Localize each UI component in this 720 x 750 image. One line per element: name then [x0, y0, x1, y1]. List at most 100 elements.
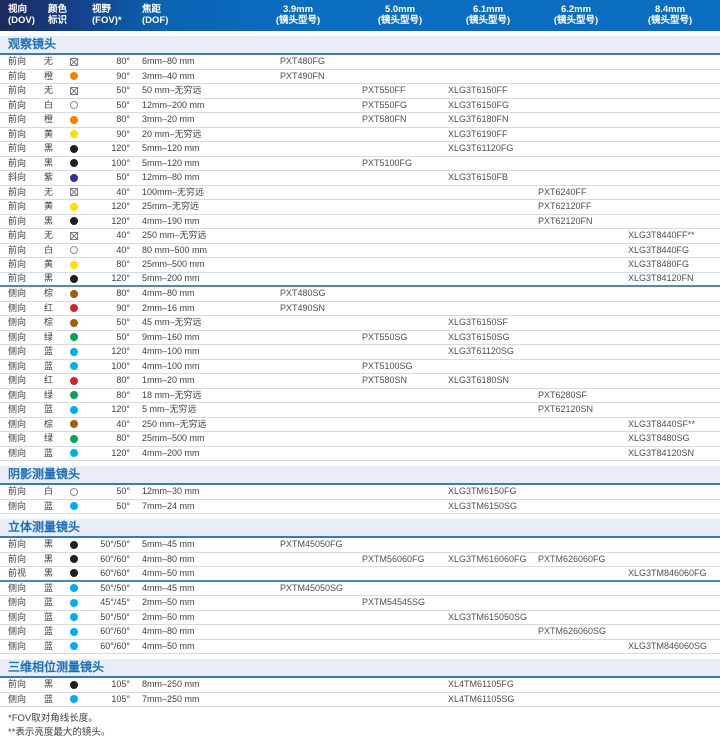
color-marker-orange-icon [70, 116, 78, 124]
dof-cell: 5mm–120 mm [136, 157, 240, 170]
color-marker-cell [70, 58, 92, 66]
color-marker-white-icon [70, 488, 78, 496]
color-marker-cell [70, 391, 92, 399]
fov-cell: 120° [92, 272, 136, 285]
dof-cell: 2mm–16 mm [136, 302, 240, 315]
model-5-0mm-cell: PXT580SN [356, 374, 444, 387]
color-label-cell: 棕 [44, 287, 70, 300]
color-marker-yellow-icon [70, 130, 78, 138]
color-label-cell: 蓝 [44, 640, 70, 653]
section-header: 观察镜头 [0, 36, 720, 55]
dov-cell: 前向 [0, 157, 44, 170]
color-marker-cell [70, 362, 92, 370]
dov-cell: 前向 [0, 244, 44, 257]
color-marker-none-icon [70, 232, 78, 240]
color-label-cell: 黑 [44, 272, 70, 285]
color-marker-cell [70, 159, 92, 167]
fov-cell: 50° [92, 331, 136, 344]
dof-cell: 4mm–100 mm [136, 360, 240, 373]
dof-cell: 4mm–50 mm [136, 567, 240, 580]
model-6-1mm-cell: XLG3T6150FB [444, 171, 532, 184]
column-header-fov: 视野(FOV)* [92, 0, 136, 31]
fov-cell: 50° [92, 84, 136, 97]
color-marker-none-icon [70, 87, 78, 95]
dov-cell: 侧向 [0, 374, 44, 387]
column-header-line1: 5.0mm [356, 4, 444, 15]
color-label-cell: 无 [44, 229, 70, 242]
section-header: 三维相位测量镜头 [0, 659, 720, 678]
dov-cell: 前向 [0, 485, 44, 498]
color-marker-cell [70, 246, 92, 254]
column-header-line1: 视向 [8, 4, 44, 15]
color-marker-green-icon [70, 333, 78, 341]
color-label-cell: 蓝 [44, 500, 70, 513]
color-marker-brown-icon [70, 420, 78, 428]
table-row: 斜向紫50°12mm–80 mmXLG3T6150FB [0, 171, 720, 186]
table-row: 前向黑50°/50°5mm–45 mmPXTM45050FG [0, 538, 720, 553]
color-marker-cell [70, 502, 92, 510]
color-label-cell: 蓝 [44, 693, 70, 706]
color-marker-red-icon [70, 377, 78, 385]
model-8-4mm-cell: XLG3T8440FF** [620, 229, 720, 242]
color-label-cell: 紫 [44, 171, 70, 184]
color-marker-cell [70, 290, 92, 298]
dof-cell: 18 mm–无穷远 [136, 389, 240, 402]
fov-cell: 40° [92, 186, 136, 199]
fov-cell: 50° [92, 99, 136, 112]
color-marker-black-icon [70, 217, 78, 225]
column-header-line2: (镜头型号) [240, 15, 356, 26]
dov-cell: 侧向 [0, 287, 44, 300]
dov-cell: 侧向 [0, 302, 44, 315]
dov-cell: 侧向 [0, 611, 44, 624]
color-marker-cell [70, 101, 92, 109]
dov-cell: 侧向 [0, 625, 44, 638]
fov-cell: 120° [92, 345, 136, 358]
color-label-cell: 无 [44, 186, 70, 199]
fov-cell: 60°/60° [92, 567, 136, 580]
footnote-fov-note: *FOV取对角线长度。 [8, 712, 720, 726]
model-8-4mm-cell: XLG3T8480FG [620, 258, 720, 271]
dov-cell: 前向 [0, 128, 44, 141]
dov-cell: 侧向 [0, 345, 44, 358]
color-marker-blue-icon [70, 599, 78, 607]
color-marker-blue-icon [70, 502, 78, 510]
color-marker-blue-icon [70, 584, 78, 592]
dov-cell: 侧向 [0, 331, 44, 344]
column-header-line1: 8.4mm [620, 4, 720, 15]
color-marker-cell [70, 188, 92, 196]
color-marker-none-icon [70, 188, 78, 196]
column-header-line2: (DOV) [8, 15, 44, 26]
table-row: 前向黑60°/60°4mm–80 mmPXTM56060FGXLG3TM6160… [0, 553, 720, 568]
column-header-dof: 焦距(DOF) [136, 0, 240, 31]
color-label-cell: 黄 [44, 258, 70, 271]
dof-cell: 12mm–200 mm [136, 99, 240, 112]
column-header-line2: (DOF) [142, 15, 240, 26]
model-5-0mm-cell: PXT550SG [356, 331, 444, 344]
color-marker-cell [70, 319, 92, 327]
color-marker-cell [70, 304, 92, 312]
fov-cell: 50°/50° [92, 582, 136, 595]
dof-cell: 2mm–50 mm [136, 611, 240, 624]
color-label-cell: 无 [44, 84, 70, 97]
color-label-cell: 蓝 [44, 360, 70, 373]
fov-cell: 60°/60° [92, 640, 136, 653]
color-marker-cell [70, 275, 92, 283]
table-row: 前向黑120°5mm–120 mmXLG3T61120FG [0, 142, 720, 157]
color-label-cell: 白 [44, 99, 70, 112]
dof-cell: 4mm–190 mm [136, 215, 240, 228]
model-6-2mm-cell: PXT62120SN [532, 403, 620, 416]
dov-cell: 前向 [0, 55, 44, 68]
color-label-cell: 黑 [44, 142, 70, 155]
model-8-4mm-cell: XLG3T84120SN [620, 447, 720, 460]
color-label-cell: 黑 [44, 678, 70, 691]
dov-cell: 前向 [0, 215, 44, 228]
dov-cell: 前向 [0, 272, 44, 285]
model-5-0mm-cell: PXT580FN [356, 113, 444, 126]
fov-cell: 120° [92, 142, 136, 155]
dof-cell: 5mm–45 mm [136, 538, 240, 551]
table-row: 前向黄80°25mm–500 mmXLG3T8480FG [0, 258, 720, 273]
fov-cell: 60°/60° [92, 553, 136, 566]
dov-cell: 侧向 [0, 500, 44, 513]
color-label-cell: 黑 [44, 157, 70, 170]
table-row: 前向黑105°8mm–250 mmXL4TM61105FG [0, 678, 720, 693]
